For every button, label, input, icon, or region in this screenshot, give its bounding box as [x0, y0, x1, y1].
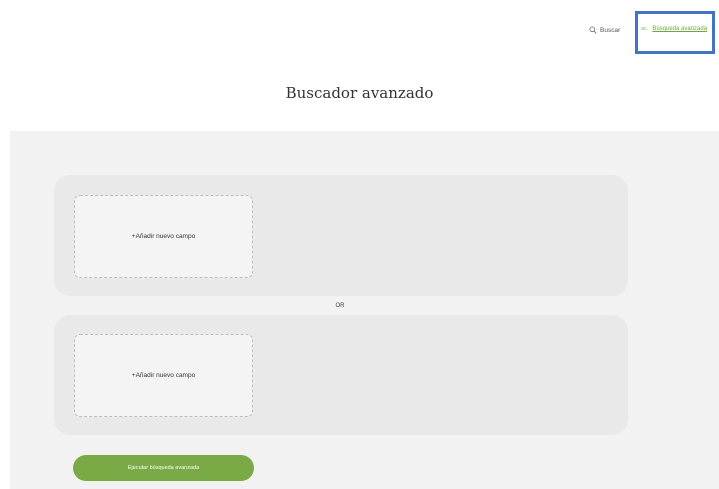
or-separator: OR — [335, 303, 345, 309]
run-advanced-search-button[interactable]: Ejecutar búsqueda avanzada — [73, 455, 254, 481]
add-field-button-2[interactable]: +Añadir nuevo campo — [74, 334, 253, 417]
search-link[interactable]: Buscar — [589, 26, 620, 34]
add-field-label: +Añadir nuevo campo — [131, 233, 196, 240]
search-icon — [589, 26, 597, 34]
add-field-label: +Añadir nuevo campo — [131, 372, 196, 379]
highlight-box — [635, 11, 715, 54]
run-button-label: Ejecutar búsqueda avanzada — [127, 465, 200, 471]
top-nav: Buscar ac. Búsqueda avanzada — [0, 24, 719, 42]
search-label: Buscar — [600, 26, 621, 34]
add-field-button-1[interactable]: +Añadir nuevo campo — [74, 195, 253, 278]
page-title: Buscador avanzado — [285, 84, 434, 102]
